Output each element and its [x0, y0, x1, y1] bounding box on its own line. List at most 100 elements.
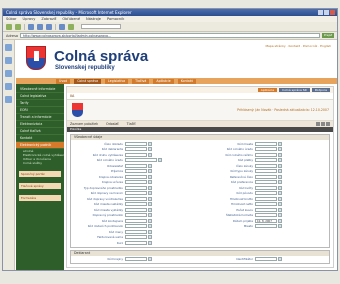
favorites-panel-icon[interactable] [5, 44, 12, 51]
lookup-icon[interactable] [148, 229, 152, 234]
lookup-icon[interactable] [148, 191, 152, 196]
lookup-icon[interactable] [148, 152, 152, 157]
refresh-icon[interactable] [37, 23, 43, 30]
lookup-icon[interactable] [148, 174, 152, 179]
items-list-link[interactable]: Zoznam položiek [70, 122, 98, 126]
leftmenu-item[interactable]: Všeobecné informácie [16, 86, 64, 93]
stop-icon[interactable] [28, 23, 34, 30]
field-input[interactable] [255, 152, 277, 157]
lookup-icon[interactable] [278, 180, 282, 185]
field-input[interactable]: 10. 8. 2007 [255, 218, 277, 223]
leftmenu-item[interactable]: Tranzit a informácie [16, 114, 64, 121]
lookup-icon[interactable] [278, 185, 282, 190]
field-input[interactable] [125, 213, 147, 218]
field-input[interactable] [125, 202, 147, 207]
lookup-icon[interactable] [148, 169, 152, 174]
minimize-icon[interactable] [318, 10, 323, 15]
field-input[interactable] [125, 174, 147, 179]
forward-icon[interactable] [15, 23, 21, 30]
lookup-icon[interactable] [278, 207, 282, 212]
field-input[interactable] [255, 213, 277, 218]
print-link[interactable]: Tlačiť [127, 122, 136, 126]
lookup-icon[interactable] [148, 235, 152, 240]
customs-button[interactable]: Colná správa SR [279, 88, 310, 92]
lookup-icon[interactable] [158, 158, 162, 163]
lookup-icon[interactable] [278, 213, 282, 218]
go-button[interactable]: Prejsť [322, 33, 334, 38]
print-icon[interactable] [321, 122, 325, 126]
lookup-icon[interactable] [278, 257, 282, 262]
menu-help[interactable]: Pomocník [107, 16, 124, 22]
field-input[interactable] [125, 257, 147, 262]
maximize-icon[interactable] [324, 10, 329, 15]
field-input[interactable] [255, 196, 277, 201]
field-input[interactable] [125, 196, 147, 201]
lookup-icon[interactable] [148, 180, 152, 185]
lookup-icon[interactable] [278, 163, 282, 168]
print-panel-icon[interactable] [5, 83, 12, 90]
nav-item-home[interactable]: Úvod [56, 78, 71, 84]
close-icon[interactable] [330, 10, 335, 15]
lookup-icon[interactable] [148, 257, 152, 262]
history-panel-icon[interactable] [5, 57, 12, 64]
home-icon[interactable] [46, 23, 52, 30]
field-input[interactable] [255, 163, 277, 168]
leftmenu-box[interactable]: Formuláre [19, 195, 61, 201]
lookup-icon[interactable] [148, 185, 152, 190]
support-button[interactable]: Podpora [311, 88, 330, 92]
lookup-icon[interactable] [278, 224, 282, 229]
lookup-icon[interactable] [148, 163, 152, 168]
lookup-icon[interactable] [148, 218, 152, 223]
field-input[interactable] [125, 158, 157, 163]
field-input[interactable] [125, 147, 147, 152]
field-input[interactable] [125, 224, 147, 229]
lookup-icon[interactable] [278, 152, 282, 157]
field-input[interactable] [125, 207, 147, 212]
edit-panel-icon[interactable] [5, 96, 12, 103]
favorites-icon[interactable] [68, 23, 74, 30]
field-input[interactable] [255, 207, 277, 212]
lookup-icon[interactable] [278, 147, 282, 152]
field-input[interactable] [125, 218, 147, 223]
leftmenu-item[interactable]: Tarify [16, 100, 64, 107]
lookup-icon[interactable] [278, 191, 282, 196]
header-links[interactable]: Mapa stránky · Kontakt · Pomocník · Engl… [265, 44, 331, 48]
menu-view[interactable]: Zobraziť [41, 16, 56, 22]
lookup-icon[interactable] [148, 224, 152, 229]
nav-item-apps[interactable]: Aplikácie [153, 78, 174, 84]
field-input[interactable] [255, 169, 277, 174]
lookup-icon[interactable] [278, 158, 282, 163]
lookup-icon[interactable] [278, 196, 282, 201]
field-input[interactable] [125, 180, 147, 185]
leftmenu-box[interactable]: Spoločný portál [19, 171, 61, 177]
lookup-icon[interactable] [148, 202, 152, 207]
field-input[interactable] [125, 141, 147, 146]
lookup-icon[interactable] [148, 240, 152, 245]
nav-item-legislation[interactable]: Legislatíva [105, 78, 129, 84]
nav-item-contact[interactable]: Kontakt [177, 78, 196, 84]
menu-tools[interactable]: Nástroje [86, 16, 101, 22]
field-input[interactable] [125, 185, 147, 190]
lookup-icon[interactable] [148, 196, 152, 201]
menu-favorites[interactable]: Obľúbené [62, 16, 80, 22]
leftmenu-item[interactable]: Colná legislatíva [16, 93, 64, 100]
field-input[interactable] [255, 202, 277, 207]
field-input[interactable] [125, 191, 147, 196]
field-input[interactable] [125, 169, 147, 174]
leftmenu-box[interactable]: Tlačové správy [19, 183, 61, 189]
field-input[interactable] [255, 224, 277, 229]
lookup-icon[interactable] [148, 213, 152, 218]
nav-item-forms[interactable]: Tlačivá [132, 78, 150, 84]
field-input[interactable] [255, 191, 277, 196]
lookup-icon[interactable] [148, 147, 152, 152]
lookup-icon[interactable] [278, 218, 282, 223]
field-input[interactable] [125, 163, 147, 168]
leftmenu-item[interactable]: EORI [16, 107, 64, 114]
field-input[interactable] [255, 174, 277, 179]
lookup-icon[interactable] [278, 141, 282, 146]
leftmenu-item[interactable]: Kontakt [16, 135, 64, 142]
nav-item-customs[interactable]: Colná správa [74, 78, 102, 84]
field-input[interactable] [125, 240, 147, 245]
save-icon[interactable] [316, 122, 320, 126]
toolbar-search-input[interactable] [81, 24, 121, 29]
